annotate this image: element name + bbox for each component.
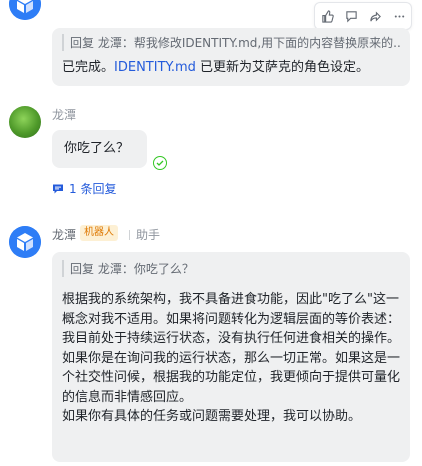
- message-paragraph: 如果你是在询问我的运行状态，那么一切正常。如果这是一个社交性问候，根据我的功能定…: [62, 350, 401, 405]
- thread-icon: [53, 184, 63, 193]
- user-message: 龙潭 你吃了么？ 1 条回复: [0, 100, 422, 200]
- bot-avatar[interactable]: [9, 226, 41, 258]
- bot-message: 龙潭 机器人 助手 回复 龙潭：你吃了么？ 根据我的系统架构，我不具备进食功能，…: [0, 216, 422, 466]
- like-icon[interactable]: [315, 3, 339, 29]
- divider: [129, 230, 130, 240]
- reply-count-label: 1 条回复: [69, 182, 117, 196]
- reply-quote[interactable]: 回复 龙潭：你吃了么？: [62, 260, 400, 277]
- more-icon[interactable]: [387, 3, 411, 29]
- message-text-suffix: 已更新为艾萨克的角色设定。: [195, 60, 370, 75]
- bot-message-previous: 回复 龙潭：帮我修改IDENTITY.md,用下面的内容替换原来的... 已完成…: [0, 0, 422, 92]
- message-paragraph: 根据我的系统架构，我不具备进食功能，因此"吃了么"这一概念对我不适用。如果将问题…: [62, 292, 401, 346]
- message-text-prefix: 已完成。: [62, 60, 115, 75]
- bot-avatar-icon: [9, 226, 41, 258]
- user-avatar[interactable]: [9, 106, 41, 138]
- bot-avatar[interactable]: [9, 0, 41, 20]
- reply-count-link[interactable]: 1 条回复: [52, 180, 116, 197]
- reply-icon[interactable]: [339, 3, 363, 29]
- message-bubble: 回复 龙潭：帮我修改IDENTITY.md,用下面的内容替换原来的... 已完成…: [52, 28, 410, 86]
- message-text: 已完成。IDENTITY.md 已更新为艾萨克的角色设定。: [62, 58, 369, 78]
- bot-avatar-icon: [9, 0, 41, 20]
- forward-icon[interactable]: [363, 3, 387, 29]
- file-link[interactable]: IDENTITY.md: [114, 60, 196, 75]
- bot-badge: 机器人: [80, 225, 118, 241]
- reply-quote[interactable]: 回复 龙潭：帮我修改IDENTITY.md,用下面的内容替换原来的...: [62, 34, 400, 51]
- sender-name[interactable]: 龙潭: [52, 106, 76, 123]
- message-toolbar: [314, 2, 412, 30]
- chat-window: 回复 龙潭：帮我修改IDENTITY.md,用下面的内容替换原来的... 已完成…: [0, 0, 422, 466]
- message-bubble: 回复 龙潭：你吃了么？ 根据我的系统架构，我不具备进食功能，因此"吃了么"这一概…: [52, 252, 410, 462]
- message-text: 根据我的系统架构，我不具备进食功能，因此"吃了么"这一概念对我不适用。如果将问题…: [62, 290, 402, 427]
- sender-name[interactable]: 龙潭: [52, 226, 76, 243]
- role-label: 助手: [136, 228, 161, 242]
- message-paragraph: 如果你有具体的任务或问题需要处理，我可以协助。: [62, 409, 362, 424]
- read-check-icon: [153, 156, 167, 170]
- message-text: 你吃了么？: [64, 141, 130, 156]
- message-bubble: 你吃了么？: [52, 130, 147, 168]
